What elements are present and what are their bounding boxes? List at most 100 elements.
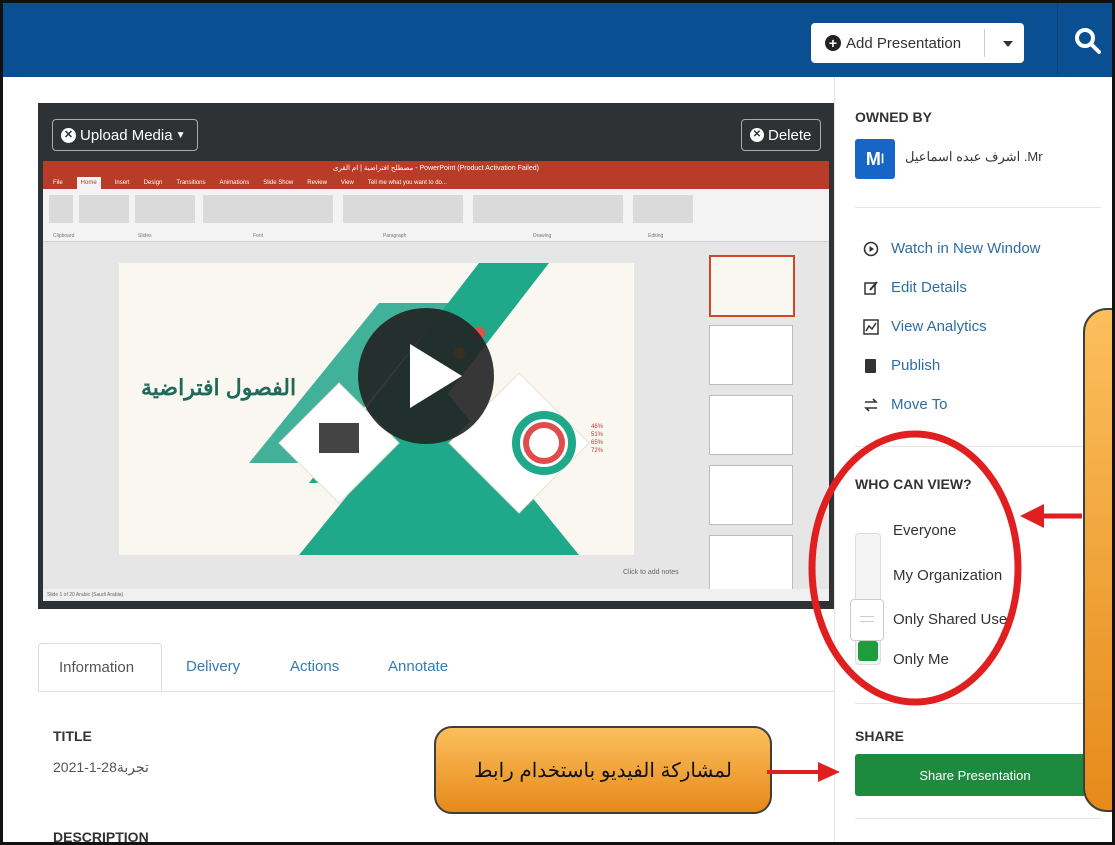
- view-option-everyone[interactable]: Everyone: [893, 522, 956, 539]
- exchange-icon: [864, 397, 878, 412]
- close-circle-icon: ✕: [61, 127, 76, 143]
- view-analytics-link[interactable]: View Analytics: [863, 318, 987, 335]
- slide-title: الفصول افتراضية: [141, 375, 297, 400]
- delete-label: Delete: [768, 126, 812, 144]
- ppt-tab: Animations: [219, 180, 250, 186]
- plus-circle-icon: +: [825, 35, 841, 51]
- divider: [855, 818, 1101, 819]
- sidebar-divider: [834, 77, 835, 842]
- add-presentation-button[interactable]: + Add Presentation: [811, 23, 1024, 63]
- avatar: Mا: [855, 139, 895, 179]
- action-label: Edit Details: [891, 279, 967, 296]
- grip-icon: [860, 616, 874, 617]
- percentage-label: 72%: [591, 448, 604, 454]
- percentage-label: 51%: [591, 432, 604, 438]
- delete-button[interactable]: ✕ Delete: [741, 119, 821, 151]
- avatar-initials: M: [865, 148, 881, 169]
- visibility-slider-handle[interactable]: [850, 599, 884, 641]
- navbar-divider: [1057, 3, 1058, 77]
- ribbon-block: [473, 195, 623, 223]
- ppt-ribbon-tabs: File Home Insert Design Transitions Anim…: [43, 177, 829, 189]
- share-label: SHARE: [855, 728, 905, 744]
- tab-information[interactable]: Information: [38, 643, 162, 691]
- ribbon-group-label: Clipboard: [53, 233, 75, 239]
- ppt-tab: Tell me what you want to do...: [367, 180, 447, 186]
- ribbon-group-label: Slides: [138, 233, 152, 239]
- ppt-status-bar: Slide 1 of 20 Arabic (Saudi Arabia): [43, 589, 829, 601]
- view-option-organization[interactable]: My Organization: [893, 567, 1002, 584]
- ppt-tab: Design: [143, 180, 163, 186]
- slide-thumbnail: [709, 325, 793, 385]
- slide-thumbnail: [709, 255, 795, 317]
- tab-delivery[interactable]: Delivery: [186, 643, 240, 691]
- book-icon: [865, 358, 876, 373]
- share-presentation-button[interactable]: Share Presentation: [855, 754, 1095, 796]
- upload-media-label: Upload Media: [80, 126, 173, 144]
- ribbon-block: [49, 195, 73, 223]
- ribbon-group-label: Drawing: [533, 233, 552, 239]
- button-divider: [984, 29, 985, 57]
- action-label: Watch in New Window: [891, 240, 1041, 257]
- move-to-link[interactable]: Move To: [863, 396, 947, 413]
- grip-icon: [860, 621, 874, 622]
- close-circle-icon: ✕: [750, 128, 764, 142]
- slide-percentages: 46% 51% 65% 72%: [591, 423, 603, 455]
- ribbon-block: [343, 195, 463, 223]
- ppt-tab: Transitions: [176, 180, 206, 186]
- action-label: View Analytics: [891, 318, 987, 335]
- view-option-only-me[interactable]: Only Me: [893, 651, 949, 668]
- ribbon-block: [79, 195, 129, 223]
- caret-down-icon: ▼: [175, 129, 186, 141]
- play-circle-icon: [863, 241, 879, 256]
- ppt-ribbon: Clipboard Slides Font Paragraph Drawing …: [43, 189, 829, 242]
- title-label: TITLE: [53, 728, 92, 744]
- ppt-tab: View: [340, 180, 354, 186]
- ribbon-block: [203, 195, 333, 223]
- ppt-tab: Home: [76, 177, 101, 189]
- detail-tabs: Information Delivery Actions Annotate: [38, 643, 834, 692]
- play-icon: [410, 344, 462, 408]
- description-label: DESCRIPTION: [53, 829, 149, 845]
- ppt-tab: File: [53, 180, 63, 186]
- caret-down-icon[interactable]: [1003, 41, 1013, 47]
- tab-annotate[interactable]: Annotate: [388, 643, 448, 691]
- play-button[interactable]: [358, 308, 494, 444]
- visibility-slider-fill: [858, 641, 878, 661]
- ppt-tab: Insert: [114, 180, 130, 186]
- who-can-view-label: WHO CAN VIEW?: [855, 476, 972, 492]
- view-option-shared[interactable]: Only Shared Use: [893, 611, 1007, 628]
- ribbon-group-label: Font: [253, 233, 264, 239]
- watch-new-window-link[interactable]: Watch in New Window: [863, 240, 1041, 257]
- ribbon-group-label: Paragraph: [383, 233, 407, 239]
- ribbon-group-label: Editing: [648, 233, 664, 239]
- action-label: Move To: [891, 396, 948, 413]
- ppt-tab: Review: [307, 180, 327, 186]
- edit-details-link[interactable]: Edit Details: [863, 279, 967, 296]
- upload-media-button[interactable]: ✕ Upload Media ▼: [52, 119, 198, 151]
- callout-box: لمشاركة الفيديو باستخدام رابط: [434, 726, 772, 814]
- tab-actions[interactable]: Actions: [290, 643, 339, 691]
- owner-name: اشرف عبده اسماعيل .Mr: [905, 149, 1043, 164]
- edit-icon: [864, 280, 878, 295]
- divider: [855, 446, 1101, 447]
- ribbon-block: [135, 195, 195, 223]
- divider: [855, 703, 1101, 704]
- search-icon[interactable]: [1073, 26, 1103, 56]
- percentage-label: 65%: [591, 440, 604, 446]
- ribbon-block: [633, 195, 693, 223]
- app-frame: + Add Presentation ✕ Upload Media ▼ ✕ De…: [0, 0, 1115, 845]
- owned-by-label: OWNED BY: [855, 109, 932, 125]
- publish-link[interactable]: Publish: [863, 357, 940, 374]
- ppt-tab: Slide Show: [263, 180, 294, 186]
- slide-thumbnail: [709, 395, 793, 455]
- add-presentation-label: Add Presentation: [846, 34, 962, 52]
- slide-thumbnail: [709, 535, 793, 595]
- divider: [855, 207, 1101, 208]
- top-navbar: + Add Presentation: [3, 3, 1112, 77]
- ppt-slide-thumbnails: [703, 245, 799, 595]
- action-label: Publish: [891, 357, 941, 374]
- percentage-label: 46%: [591, 424, 604, 430]
- title-value: تجربة28-1-2021: [53, 759, 149, 775]
- media-player: ✕ Upload Media ▼ ✕ Delete مصطلح افتراضية…: [38, 103, 834, 609]
- ppt-window-title: مصطلح افتراضية | ام القرى - PowerPoint (…: [43, 161, 829, 177]
